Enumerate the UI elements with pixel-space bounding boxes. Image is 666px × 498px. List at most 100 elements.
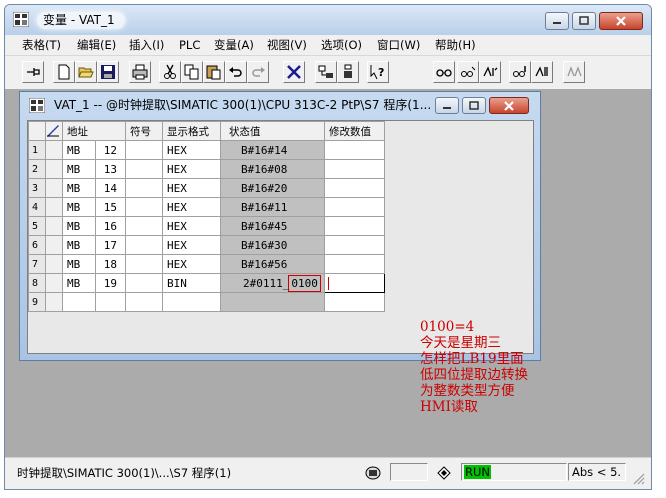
address-area[interactable]: MB	[62, 254, 96, 274]
table-row[interactable]: 9	[28, 292, 385, 312]
symbol-cell[interactable]	[125, 235, 163, 255]
cut-button[interactable]	[159, 61, 181, 83]
redo-button[interactable]	[247, 61, 269, 83]
menu-help[interactable]: 帮助(H)	[435, 37, 476, 53]
address-number[interactable]: 16	[95, 216, 126, 236]
table-row[interactable]: 4 MB 15 HEX B#16#11	[28, 197, 385, 217]
row-selector[interactable]	[45, 159, 63, 179]
col-symbol[interactable]: 符号	[125, 121, 163, 141]
format-cell[interactable]	[162, 292, 221, 312]
menu-view[interactable]: 视图(V)	[267, 37, 307, 53]
address-number[interactable]: 15	[95, 197, 126, 217]
col-modify-value[interactable]: 修改数值	[324, 121, 385, 141]
resize-grip-icon[interactable]	[631, 471, 645, 485]
modify-button[interactable]	[337, 61, 359, 83]
table-row[interactable]: 6 MB 17 HEX B#16#30	[28, 235, 385, 255]
undo-button[interactable]	[225, 61, 247, 83]
new-button[interactable]	[53, 61, 75, 83]
modify-value-cell[interactable]	[324, 235, 385, 255]
address-number[interactable]: 13	[95, 159, 126, 179]
col-status-value[interactable]: 状态值	[220, 121, 325, 141]
child-title-bar[interactable]: VAT_1 -- @时钟提取\SIMATIC 300(1)\CPU 313C-2…	[20, 92, 540, 118]
symbol-cell[interactable]	[125, 273, 163, 293]
help-button[interactable]: ?	[367, 61, 389, 83]
address-number[interactable]: 18	[95, 254, 126, 274]
copy-button[interactable]	[181, 61, 203, 83]
menu-plc[interactable]: PLC	[179, 37, 200, 53]
col-display-format[interactable]: 显示格式	[162, 121, 221, 141]
address-number[interactable]	[95, 292, 126, 312]
child-close-button[interactable]	[489, 97, 529, 114]
delete-button[interactable]	[283, 61, 305, 83]
pin-button[interactable]	[22, 61, 44, 83]
child-minimize-button[interactable]	[435, 97, 459, 114]
address-area[interactable]: MB	[62, 159, 96, 179]
row-selector[interactable]	[45, 178, 63, 198]
close-button[interactable]	[599, 12, 643, 30]
address-area[interactable]: MB	[62, 178, 96, 198]
modify-value-input[interactable]	[324, 273, 385, 293]
menu-options[interactable]: 选项(O)	[321, 37, 362, 53]
print-button[interactable]	[129, 61, 151, 83]
format-cell[interactable]: HEX	[162, 140, 221, 160]
table-row[interactable]: 3 MB 14 HEX B#16#20	[28, 178, 385, 198]
modify-var-button[interactable]	[479, 61, 501, 83]
row-selector[interactable]	[45, 254, 63, 274]
modify-value-cell[interactable]	[324, 159, 385, 179]
menu-table[interactable]: 表格(T)	[22, 37, 61, 53]
row-selector[interactable]	[45, 273, 63, 293]
address-area[interactable]: MB	[62, 140, 96, 160]
format-cell[interactable]: BIN	[162, 273, 221, 293]
row-selector[interactable]	[45, 216, 63, 236]
row-selector[interactable]	[45, 292, 63, 312]
symbol-cell[interactable]	[125, 216, 163, 236]
address-area[interactable]: MB	[62, 197, 96, 217]
address-number[interactable]: 12	[95, 140, 126, 160]
monitor-var-button[interactable]	[457, 61, 479, 83]
symbol-cell[interactable]	[125, 159, 163, 179]
open-button[interactable]	[75, 61, 97, 83]
symbol-cell[interactable]	[125, 254, 163, 274]
address-area[interactable]: MB	[62, 235, 96, 255]
modify-value-cell[interactable]	[324, 254, 385, 274]
format-cell[interactable]: HEX	[162, 216, 221, 236]
save-button[interactable]	[97, 61, 119, 83]
child-maximize-button[interactable]	[462, 97, 486, 114]
maximize-button[interactable]	[572, 12, 596, 30]
address-number[interactable]: 19	[95, 273, 126, 293]
address-number[interactable]: 14	[95, 178, 126, 198]
menu-variable[interactable]: 变量(A)	[214, 37, 254, 53]
table-row[interactable]: 1 MB 12 HEX B#16#14	[28, 140, 385, 160]
address-area[interactable]: MB	[62, 273, 96, 293]
monitor-button[interactable]	[315, 61, 337, 83]
force-button[interactable]	[563, 61, 585, 83]
table-row[interactable]: 8 MB 19 BIN 2#0111_ 0100	[28, 273, 385, 293]
modify-value-cell[interactable]	[324, 178, 385, 198]
row-selector[interactable]	[45, 197, 63, 217]
modify-value-cell[interactable]	[324, 216, 385, 236]
update-button[interactable]	[509, 61, 531, 83]
modify-value-cell[interactable]	[324, 140, 385, 160]
row-selector[interactable]	[45, 140, 63, 160]
symbol-cell[interactable]	[125, 197, 163, 217]
menu-edit[interactable]: 编辑(E)	[77, 37, 116, 53]
address-area[interactable]	[62, 292, 96, 312]
col-address[interactable]: 地址	[62, 121, 126, 141]
menu-insert[interactable]: 插入(I)	[129, 37, 164, 53]
address-number[interactable]: 17	[95, 235, 126, 255]
table-row[interactable]: 2 MB 13 HEX B#16#08	[28, 159, 385, 179]
modify-value-cell[interactable]	[324, 292, 385, 312]
format-cell[interactable]: HEX	[162, 197, 221, 217]
menu-window[interactable]: 窗口(W)	[377, 37, 420, 53]
table-row[interactable]: 5 MB 16 HEX B#16#45	[28, 216, 385, 236]
table-row[interactable]: 7 MB 18 HEX B#16#56	[28, 254, 385, 274]
title-bar[interactable]: 变量 - VAT_1	[5, 5, 651, 35]
minimize-button[interactable]	[545, 12, 569, 30]
symbol-cell[interactable]	[125, 292, 163, 312]
format-cell[interactable]: HEX	[162, 178, 221, 198]
paste-button[interactable]	[203, 61, 225, 83]
modify-value-cell[interactable]	[324, 197, 385, 217]
trigger-button[interactable]	[531, 61, 553, 83]
format-cell[interactable]: HEX	[162, 254, 221, 274]
format-cell[interactable]: HEX	[162, 159, 221, 179]
